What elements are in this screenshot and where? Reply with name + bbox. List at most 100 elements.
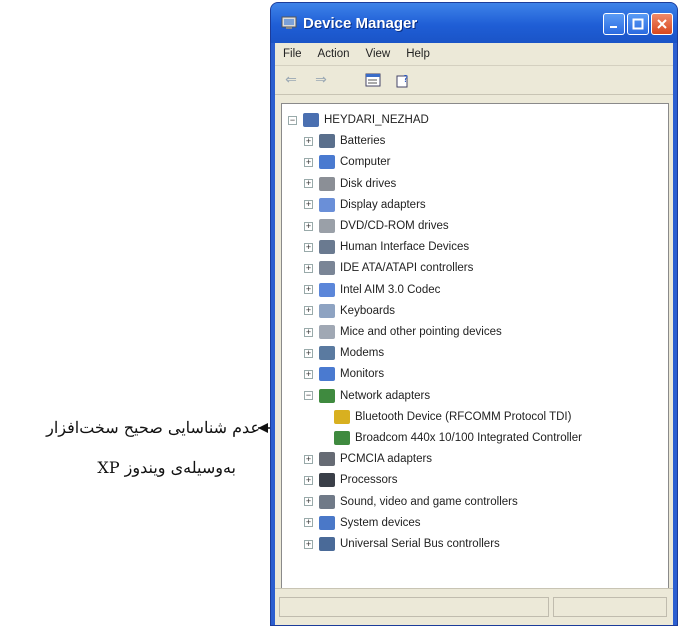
- tree-device[interactable]: Broadcom 440x 10/100 Integrated Controll…: [334, 428, 582, 448]
- tree-category-label: PCMCIA adapters: [340, 453, 433, 466]
- status-bar: [275, 588, 673, 625]
- expand-toggle[interactable]: +: [304, 327, 313, 337]
- minimize-button[interactable]: [603, 13, 625, 35]
- display-adapter-icon: [319, 197, 335, 212]
- collapse-toggle[interactable]: −: [288, 115, 297, 125]
- tree-device-label: Bluetooth Device (RFCOMM Protocol TDI): [355, 410, 572, 423]
- expand-toggle[interactable]: +: [304, 200, 313, 210]
- properties-button[interactable]: [363, 71, 383, 89]
- expand-toggle[interactable]: +: [304, 221, 313, 231]
- expand-toggle[interactable]: +: [304, 285, 313, 295]
- ide-controller-icon: [319, 261, 335, 276]
- device-manager-icon: [281, 16, 297, 29]
- system-devices-icon: [319, 515, 335, 530]
- status-pane-secondary: [553, 597, 667, 617]
- usb-icon: [319, 537, 335, 551]
- collapse-toggle[interactable]: −: [304, 391, 313, 401]
- computer-icon: [319, 155, 335, 170]
- toolbar: ⇐ ⇒ ?: [275, 66, 673, 95]
- svg-text:?: ?: [403, 74, 408, 85]
- tree-category[interactable]: + Intel AIM 3.0 Codec: [304, 280, 440, 300]
- disk-drive-icon: [319, 176, 335, 191]
- title-bar[interactable]: Device Manager: [271, 3, 677, 43]
- processor-icon: [319, 473, 335, 488]
- annotation-line-1: عدم شناسایی صحیح سخت‌افزار: [46, 418, 260, 437]
- expand-toggle[interactable]: +: [304, 179, 313, 189]
- network-adapter-icon: [319, 388, 335, 403]
- sound-icon: [319, 494, 335, 509]
- back-arrow-icon: ⇐: [285, 72, 297, 88]
- tree-device[interactable]: Bluetooth Device (RFCOMM Protocol TDI): [334, 407, 571, 427]
- hid-icon: [319, 240, 335, 255]
- tree-category-label: Mice and other pointing devices: [340, 326, 502, 338]
- codec-icon: [319, 282, 335, 297]
- tree-category-label: Human Interface Devices: [340, 241, 470, 254]
- help-icon: ?: [396, 74, 408, 88]
- expand-toggle[interactable]: +: [304, 518, 313, 528]
- tree-category-label: Network adapters: [340, 389, 431, 402]
- tree-category[interactable]: + Batteries: [304, 131, 385, 151]
- tree-category-label: Universal Serial Bus controllers: [340, 538, 500, 550]
- annotation-line-2: به‌وسیله‌ی ویندوز XP: [97, 458, 236, 477]
- expand-toggle[interactable]: +: [304, 348, 313, 358]
- tree-category[interactable]: + Sound, video and game controllers: [304, 492, 518, 512]
- battery-icon: [319, 134, 335, 149]
- tree-category-label: Batteries: [340, 135, 386, 148]
- network-card-icon: [334, 431, 350, 445]
- tree-category[interactable]: + Mice and other pointing devices: [304, 322, 502, 342]
- window-title: Device Manager: [303, 14, 418, 32]
- tree-category-label: DVD/CD-ROM drives: [340, 220, 449, 232]
- maximize-icon: [632, 18, 644, 30]
- tree-category[interactable]: + Modems: [304, 343, 384, 363]
- tree-category[interactable]: + Keyboards: [304, 301, 395, 321]
- expand-toggle[interactable]: +: [304, 263, 313, 273]
- tree-category[interactable]: + System devices: [304, 513, 421, 533]
- tree-category[interactable]: + Universal Serial Bus controllers: [304, 534, 500, 554]
- tree-category-label: Processors: [340, 474, 398, 487]
- tree-category-label: System devices: [340, 516, 421, 529]
- tree-category[interactable]: + IDE ATA/ATAPI controllers: [304, 258, 473, 278]
- pcmcia-icon: [319, 452, 335, 467]
- tree-category[interactable]: + Computer: [304, 152, 391, 172]
- tree-category[interactable]: + Human Interface Devices: [304, 237, 469, 257]
- expand-toggle[interactable]: +: [304, 539, 313, 549]
- tree-root-label: HEYDARI_NEZHAD: [324, 114, 429, 126]
- tree-category-label: Computer: [340, 156, 391, 169]
- tree-category[interactable]: + Processors: [304, 470, 398, 490]
- close-icon: [657, 19, 667, 29]
- tree-root[interactable]: − HEYDARI_NEZHAD: [288, 110, 429, 130]
- expand-toggle[interactable]: +: [304, 497, 313, 507]
- help-button[interactable]: ?: [393, 71, 413, 89]
- back-button[interactable]: ⇐: [281, 71, 301, 89]
- menu-bar: File Action View Help: [275, 43, 673, 66]
- expand-toggle[interactable]: +: [304, 369, 313, 379]
- device-tree[interactable]: − HEYDARI_NEZHAD + Batteries + Computer + Disk …: [281, 103, 669, 623]
- maximize-button[interactable]: [627, 13, 649, 35]
- expand-toggle[interactable]: +: [304, 306, 313, 316]
- annotation: عدم شناسایی صحیح سخت‌افزار به‌وسیله‌ی وی…: [2, 408, 260, 488]
- tree-category[interactable]: − Network adapters: [304, 386, 430, 406]
- menu-action[interactable]: Action: [318, 48, 350, 60]
- menu-view[interactable]: View: [366, 48, 391, 60]
- tree-category-label: Sound, video and game controllers: [340, 495, 518, 508]
- menu-file[interactable]: File: [283, 48, 302, 60]
- tree-category[interactable]: + PCMCIA adapters: [304, 449, 432, 469]
- tree-category-label: Display adapters: [340, 198, 426, 211]
- close-button[interactable]: [651, 13, 673, 35]
- forward-button[interactable]: ⇒: [311, 71, 331, 89]
- expand-toggle[interactable]: +: [304, 157, 313, 167]
- expand-toggle[interactable]: +: [304, 454, 313, 464]
- expand-toggle[interactable]: +: [304, 475, 313, 485]
- tree-category[interactable]: + Disk drives: [304, 174, 396, 194]
- menu-help[interactable]: Help: [406, 48, 430, 60]
- expand-toggle[interactable]: +: [304, 242, 313, 252]
- expand-toggle[interactable]: +: [304, 136, 313, 146]
- tree-category[interactable]: + Display adapters: [304, 195, 426, 215]
- tree-category-label: Modems: [340, 347, 385, 360]
- tree-category[interactable]: + Monitors: [304, 364, 384, 384]
- status-pane-main: [279, 597, 549, 617]
- dvd-drive-icon: [319, 219, 335, 233]
- mouse-icon: [319, 325, 335, 339]
- tree-category[interactable]: + DVD/CD-ROM drives: [304, 216, 449, 236]
- computer-root-icon: [303, 113, 319, 127]
